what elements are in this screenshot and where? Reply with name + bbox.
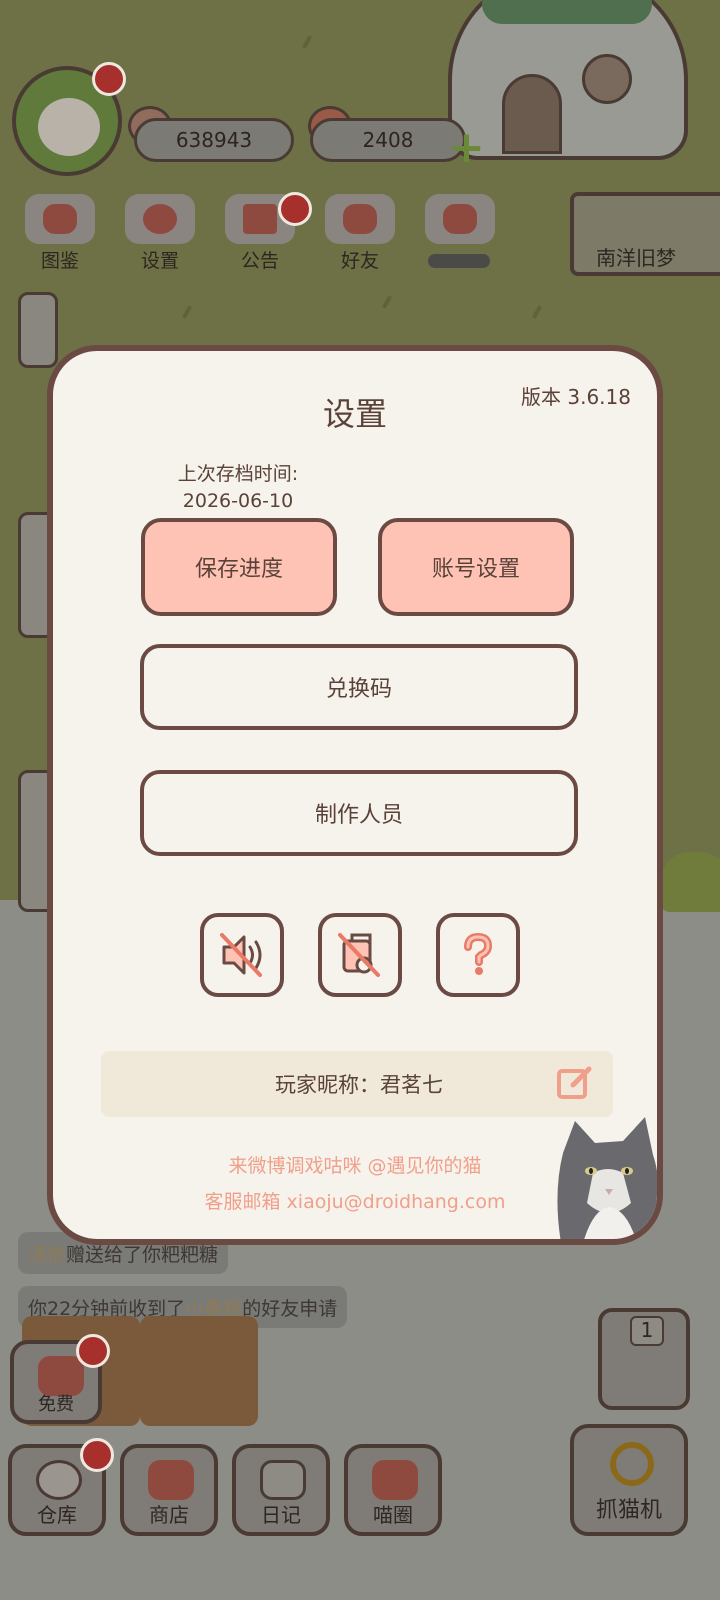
claw-icon: [610, 1442, 654, 1486]
cat-circle-button[interactable]: 喵圈: [344, 1444, 442, 1536]
menu-catalog-label: 图鉴: [40, 250, 79, 272]
player-nickname-field[interactable]: 玩家昵称：君茗七: [101, 1051, 613, 1117]
claw-machine-label: 抓猫机: [595, 1498, 662, 1523]
planet-cat-icon: [372, 1460, 418, 1500]
grass-tuft: [301, 34, 313, 50]
account-settings-button[interactable]: 账号设置: [378, 518, 574, 616]
diary-button[interactable]: 日记: [232, 1444, 330, 1536]
bush-decoration: [660, 852, 720, 912]
grass-tuft: [531, 304, 543, 320]
banner-label: 南洋旧梦: [596, 246, 676, 270]
save-progress-button[interactable]: 保存进度: [141, 518, 337, 616]
warehouse-icon: [36, 1460, 82, 1500]
chat-text: 的好友申请: [242, 1297, 338, 1320]
cat-circle-label: 喵圈: [373, 1503, 413, 1527]
chat-sender: 汤依: [28, 1243, 67, 1266]
grass-tuft: [181, 304, 193, 320]
grass-tuft: [381, 294, 393, 310]
notification-dot: [92, 62, 126, 96]
fish-count: 638943: [175, 128, 253, 152]
menu-friends[interactable]: 好友: [318, 194, 402, 272]
heart-currency: 2408: [310, 118, 466, 162]
notification-dot: [278, 192, 312, 226]
friends-icon: [325, 194, 395, 244]
fish-currency: 638943: [134, 118, 294, 162]
menu-settings-label: 设置: [140, 250, 179, 272]
settings-dialog: 设置 版本 3.6.18 上次存档时间: 2026-06-10 16:07 保存…: [47, 345, 663, 1245]
gear-icon: [125, 194, 195, 244]
claw-machine-button[interactable]: 抓猫机: [570, 1424, 688, 1536]
slot-machine-widget[interactable]: 1: [598, 1308, 690, 1410]
music-muted-icon: [338, 933, 380, 977]
heart-event-icon: [425, 194, 495, 244]
avatar-face: [38, 98, 100, 156]
diary-icon: [260, 1460, 306, 1500]
redeem-code-button[interactable]: 兑换码: [140, 644, 578, 730]
menu-catalog[interactable]: 图鉴: [18, 194, 102, 272]
shop-label: 商店: [149, 1503, 189, 1527]
version-label: 版本 3.6.18: [521, 385, 631, 409]
house-door: [502, 74, 562, 154]
sound-toggle-button[interactable]: [200, 913, 284, 997]
menu-announcement-label: 公告: [240, 250, 279, 272]
menu-settings[interactable]: 设置: [118, 194, 202, 272]
player-nickname: 玩家昵称：君茗七: [275, 1073, 443, 1097]
sound-muted-icon: [220, 933, 262, 977]
free-label: 免费: [38, 1394, 74, 1415]
diary-label: 日记: [261, 1503, 301, 1527]
help-button[interactable]: [436, 913, 520, 997]
calendar-icon[interactable]: [18, 292, 58, 368]
slot-counter: 1: [630, 1316, 664, 1346]
theme-banner[interactable]: 南洋旧梦: [570, 192, 720, 276]
shop-icon: [148, 1460, 194, 1500]
edit-icon[interactable]: [555, 1063, 595, 1103]
house-roof: [482, 0, 652, 24]
question-mark-icon: [464, 932, 493, 975]
cat-photo: [557, 1117, 657, 1239]
heart-count: 2408: [362, 128, 414, 152]
credits-button[interactable]: 制作人员: [140, 770, 578, 856]
notification-dot: [80, 1438, 114, 1472]
notification-dot: [76, 1334, 110, 1368]
music-toggle-button[interactable]: [318, 913, 402, 997]
plant-bed: [140, 1316, 258, 1426]
shop-button[interactable]: 商店: [120, 1444, 218, 1536]
house-window: [582, 54, 632, 104]
add-currency-icon[interactable]: +: [448, 126, 488, 170]
menu-friends-label: 好友: [340, 250, 379, 272]
last-save-label: 上次存档时间:: [177, 463, 299, 485]
warehouse-label: 仓库: [37, 1503, 77, 1527]
event-progress-bar: [428, 254, 490, 268]
catalog-icon: [25, 194, 95, 244]
